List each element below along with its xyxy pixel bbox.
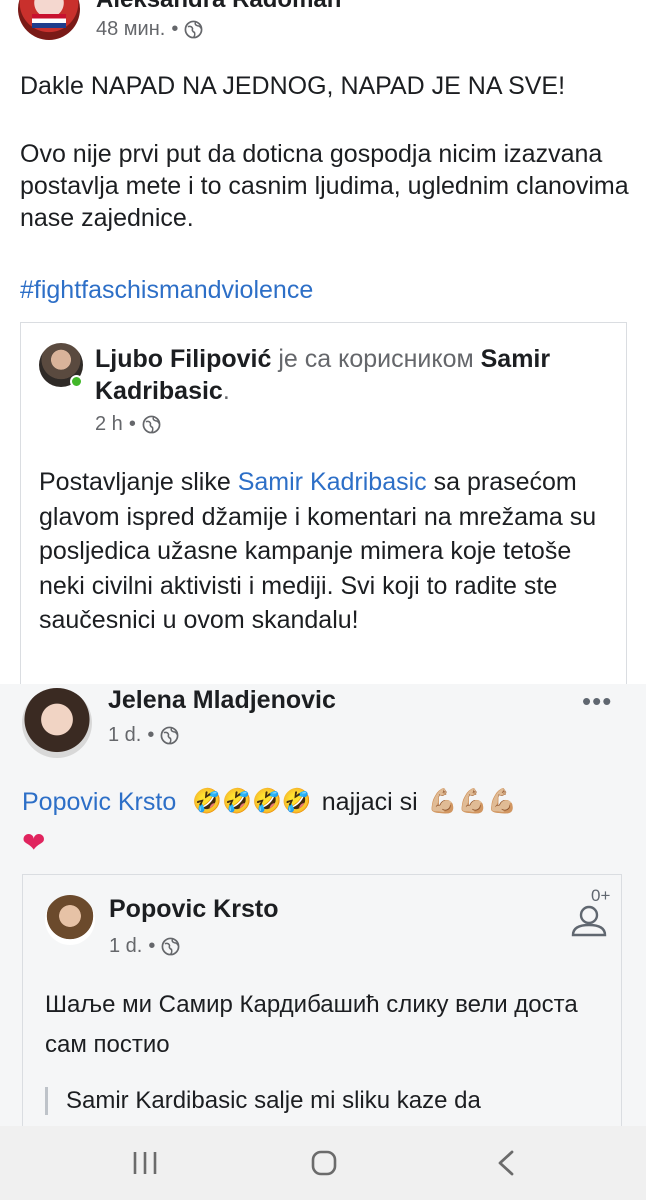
recent-apps-icon[interactable]: [115, 1144, 175, 1182]
avatar[interactable]: [22, 688, 92, 758]
post-jelena: Jelena Mladjenovic 1 d. • ••• Popovic Kr…: [0, 684, 646, 1126]
post-meta: 48 мин. •: [96, 18, 203, 41]
more-options-icon[interactable]: •••: [582, 686, 612, 717]
separator-dot: •: [171, 18, 179, 40]
shared-post-text: Шаље ми Самир Кардибашић слику вели дост…: [45, 991, 578, 1058]
shared-author[interactable]: Ljubo Filipović: [95, 345, 271, 373]
back-icon[interactable]: [476, 1144, 536, 1182]
post-text-paragraph: Ovo nije prvi put da doticna gospodja ni…: [20, 140, 629, 232]
shared-post[interactable]: Popovic Krsto 1 d. • 0+ Шаље ми Самир Ка…: [22, 874, 622, 1126]
separator-dot: •: [128, 413, 136, 435]
post-author[interactable]: Jelena Mladjenovic: [108, 686, 336, 715]
shared-post-meta: 1 d. •: [109, 935, 180, 958]
post-text-line1: Dakle NAPAD NA JEDNOG, NAPAD JE NA SVE!: [20, 72, 566, 100]
comment-text: najjaci si: [321, 788, 418, 816]
quoted-text: Samir Kardibasic salje mi sliku kaze da: [45, 1087, 605, 1115]
mention-link[interactable]: Popovic Krsto: [22, 784, 176, 820]
with-text: је са корисником: [278, 345, 474, 373]
post-time[interactable]: 1 d.: [108, 724, 141, 747]
shared-post-header: Ljubo Filipović је са корисником Samir K…: [95, 343, 615, 407]
post-meta: 1 d. •: [108, 724, 179, 747]
globe-icon: [160, 726, 179, 745]
avatar[interactable]: [45, 895, 95, 945]
shared-post-text: Postavljanje slike Samir Kadribasic sa p…: [39, 465, 619, 638]
post-time[interactable]: 48 мин.: [96, 18, 165, 41]
home-icon[interactable]: [294, 1144, 354, 1182]
separator-dot: •: [147, 724, 155, 746]
online-status-icon: [70, 375, 83, 388]
laughing-emoji-icon: 🤣🤣🤣🤣: [192, 788, 312, 815]
globe-icon: [142, 415, 161, 434]
shared-text-before: Postavljanje slike: [39, 468, 238, 496]
globe-icon: [184, 20, 203, 39]
shared-author[interactable]: Popovic Krsto: [109, 895, 278, 924]
avatar[interactable]: [18, 0, 80, 40]
shared-post-time[interactable]: 1 d.: [109, 935, 142, 958]
post-author[interactable]: Aleksandra Radoman: [96, 0, 341, 14]
separator-dot: •: [148, 935, 156, 957]
post-aleksandra: Aleksandra Radoman 48 мин. • Dakle NAPAD…: [0, 0, 646, 702]
post-text: Popovic Krsto 🤣🤣🤣🤣 najjaci si 💪🏼💪🏼💪🏼: [22, 784, 517, 820]
shared-post[interactable]: Ljubo Filipović је са корисником Samir K…: [20, 322, 627, 702]
flag-icon: [32, 14, 66, 28]
add-friend-label: 0+: [591, 886, 610, 905]
shared-post-time[interactable]: 2 h: [95, 413, 123, 436]
system-navigation-bar: [0, 1126, 646, 1200]
tagged-suffix: .: [222, 377, 230, 405]
mention-link[interactable]: Samir Kadribasic: [238, 468, 427, 496]
globe-icon: [161, 937, 180, 956]
shared-post-meta: 2 h •: [95, 413, 161, 436]
heart-emoji-icon: ❤: [22, 827, 46, 858]
flexed-biceps-emoji-icon: 💪🏼💪🏼💪🏼: [427, 788, 518, 815]
hashtag-link[interactable]: #fightfaschismandviolence: [20, 276, 313, 305]
add-friend-icon[interactable]: 0+: [567, 885, 615, 937]
